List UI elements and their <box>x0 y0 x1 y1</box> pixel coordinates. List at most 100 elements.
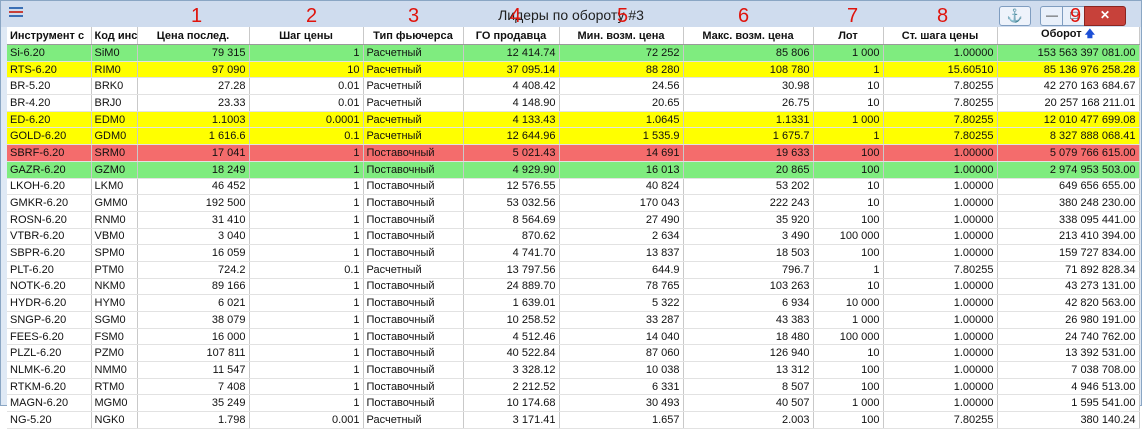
cell-turnover[interactable]: 43 273 131.00 <box>997 278 1140 296</box>
cell-turnover[interactable]: 380 140.24 <box>997 411 1140 429</box>
cell-lot[interactable]: 1 000 <box>813 111 884 129</box>
cell-code[interactable]: FSM0 <box>91 328 138 346</box>
cell-futures-type[interactable]: Расчетный <box>363 127 464 146</box>
cell-lot[interactable]: 10 <box>813 94 884 112</box>
cell-code[interactable]: NMM0 <box>91 361 138 379</box>
cell-lot[interactable]: 10 <box>813 77 884 96</box>
table-row[interactable]: BR-4.20 BRJ0 23.33 0.01 Расчетный 4 148.90 20.… <box>7 94 1140 112</box>
cell-turnover[interactable]: 7 038 708.00 <box>997 361 1140 379</box>
cell-code[interactable]: MGM0 <box>91 394 138 413</box>
cell-max-price[interactable]: 53 202 <box>683 178 814 196</box>
cell-price-step[interactable]: 1 <box>249 278 364 296</box>
table-row[interactable]: NLMK-6.20 NMM0 11 547 1 Поставочный 3 328.12 1… <box>7 361 1140 379</box>
cell-futures-type[interactable]: Поставочный <box>363 244 464 262</box>
cell-min-price[interactable]: 72 252 <box>559 44 684 62</box>
cell-min-price[interactable]: 2 634 <box>559 228 684 246</box>
cell-futures-type[interactable]: Поставочный <box>363 161 464 179</box>
cell-min-price[interactable]: 78 765 <box>559 278 684 296</box>
cell-instrument[interactable]: SBPR-6.20 <box>7 244 92 262</box>
cell-price-step[interactable]: 1 <box>249 211 364 229</box>
cell-step-value[interactable]: 1.00000 <box>883 394 998 413</box>
col-header-lot[interactable]: Лот <box>813 27 884 45</box>
cell-lot[interactable]: 100 <box>813 378 884 396</box>
cell-lot[interactable]: 1 000 <box>813 394 884 413</box>
cell-lot[interactable]: 10 000 <box>813 294 884 312</box>
cell-step-value[interactable]: 1.00000 <box>883 178 998 196</box>
col-header-code[interactable]: Код инс <box>91 27 138 45</box>
table-row[interactable]: RTS-6.20 RIM0 97 090 10 Расчетный 37 095.14 88… <box>7 61 1140 79</box>
cell-lot[interactable]: 1 <box>813 127 884 146</box>
cell-lot[interactable]: 100 <box>813 244 884 262</box>
cell-lot[interactable]: 1 000 <box>813 311 884 329</box>
cell-turnover[interactable]: 12 010 477 699.08 <box>997 111 1140 129</box>
cell-last-price[interactable]: 16 059 <box>137 244 250 262</box>
col-header-futures-type[interactable]: Тип фьючерса <box>363 27 464 45</box>
cell-step-value[interactable]: 7.80255 <box>883 111 998 129</box>
cell-max-price[interactable]: 43 383 <box>683 311 814 329</box>
cell-seller-margin[interactable]: 4 408.42 <box>463 77 560 96</box>
cell-price-step[interactable]: 1 <box>249 344 364 363</box>
cell-code[interactable]: BRK0 <box>91 77 138 96</box>
cell-futures-type[interactable]: Поставочный <box>363 178 464 196</box>
cell-lot[interactable]: 1 000 <box>813 44 884 62</box>
cell-min-price[interactable]: 33 287 <box>559 311 684 329</box>
cell-step-value[interactable]: 1.00000 <box>883 378 998 396</box>
cell-instrument[interactable]: LKOH-6.20 <box>7 178 92 196</box>
cell-step-value[interactable]: 1.00000 <box>883 328 998 346</box>
cell-turnover[interactable]: 1 595 541.00 <box>997 394 1140 413</box>
cell-min-price[interactable]: 5 322 <box>559 294 684 312</box>
table-row[interactable]: VTBR-6.20 VBM0 3 040 1 Поставочный 870.62 2 63… <box>7 228 1140 246</box>
cell-futures-type[interactable]: Поставочный <box>363 311 464 329</box>
cell-price-step[interactable]: 1 <box>249 311 364 329</box>
cell-instrument[interactable]: NG-5.20 <box>7 411 92 429</box>
cell-turnover[interactable]: 8 327 888 068.41 <box>997 127 1140 146</box>
cell-seller-margin[interactable]: 12 414.74 <box>463 44 560 62</box>
cell-instrument[interactable]: BR-5.20 <box>7 77 92 96</box>
cell-instrument[interactable]: GMKR-6.20 <box>7 194 92 212</box>
cell-lot[interactable]: 1 <box>813 261 884 279</box>
table-row[interactable]: GOLD-6.20 GDM0 1 616.6 0.1 Расчетный 12 644.9… <box>7 127 1140 146</box>
cell-last-price[interactable]: 7 408 <box>137 378 250 396</box>
cell-code[interactable]: SRM0 <box>91 144 138 162</box>
table-row[interactable]: ROSN-6.20 RNM0 31 410 1 Поставочный 8 564.69 2… <box>7 211 1140 229</box>
cell-seller-margin[interactable]: 40 522.84 <box>463 344 560 363</box>
cell-lot[interactable]: 10 <box>813 278 884 296</box>
cell-min-price[interactable]: 10 038 <box>559 361 684 379</box>
cell-instrument[interactable]: HYDR-6.20 <box>7 294 92 312</box>
cell-max-price[interactable]: 18 480 <box>683 328 814 346</box>
cell-seller-margin[interactable]: 12 576.55 <box>463 178 560 196</box>
cell-instrument[interactable]: FEES-6.20 <box>7 328 92 346</box>
cell-seller-margin[interactable]: 870.62 <box>463 228 560 246</box>
cell-step-value[interactable]: 1.00000 <box>883 244 998 262</box>
cell-instrument[interactable]: RTS-6.20 <box>7 61 92 79</box>
cell-last-price[interactable]: 27.28 <box>137 77 250 96</box>
cell-min-price[interactable]: 170 043 <box>559 194 684 212</box>
cell-price-step[interactable]: 1 <box>249 161 364 179</box>
cell-code[interactable]: NKM0 <box>91 278 138 296</box>
cell-instrument[interactable]: GAZR-6.20 <box>7 161 92 179</box>
cell-last-price[interactable]: 1.798 <box>137 411 250 429</box>
cell-step-value[interactable]: 7.80255 <box>883 411 998 429</box>
cell-lot[interactable]: 100 <box>813 211 884 229</box>
cell-turnover[interactable]: 71 892 828.34 <box>997 261 1140 279</box>
table-row[interactable]: PLZL-6.20 PZM0 107 811 1 Поставочный 40 522.8… <box>7 344 1140 363</box>
cell-min-price[interactable]: 16 013 <box>559 161 684 179</box>
cell-max-price[interactable]: 8 507 <box>683 378 814 396</box>
cell-last-price[interactable]: 1 616.6 <box>137 127 250 146</box>
cell-min-price[interactable]: 27 490 <box>559 211 684 229</box>
cell-turnover[interactable]: 42 270 163 684.67 <box>997 77 1140 96</box>
cell-code[interactable]: HYM0 <box>91 294 138 312</box>
cell-code[interactable]: EDM0 <box>91 111 138 129</box>
cell-max-price[interactable]: 1.1331 <box>683 111 814 129</box>
cell-instrument[interactable]: RTKM-6.20 <box>7 378 92 396</box>
cell-last-price[interactable]: 192 500 <box>137 194 250 212</box>
col-header-seller-margin[interactable]: ГО продавца <box>463 27 560 45</box>
cell-price-step[interactable]: 0.001 <box>249 411 364 429</box>
cell-lot[interactable]: 100 000 <box>813 228 884 246</box>
cell-futures-type[interactable]: Расчетный <box>363 44 464 62</box>
table-row[interactable]: LKOH-6.20 LKM0 46 452 1 Поставочный 12 576.55… <box>7 178 1140 196</box>
cell-futures-type[interactable]: Поставочный <box>363 294 464 312</box>
cell-price-step[interactable]: 1 <box>249 244 364 262</box>
cell-min-price[interactable]: 24.56 <box>559 77 684 96</box>
table-row[interactable]: GAZR-6.20 GZM0 18 249 1 Поставочный 4 929.90 1… <box>7 161 1140 179</box>
